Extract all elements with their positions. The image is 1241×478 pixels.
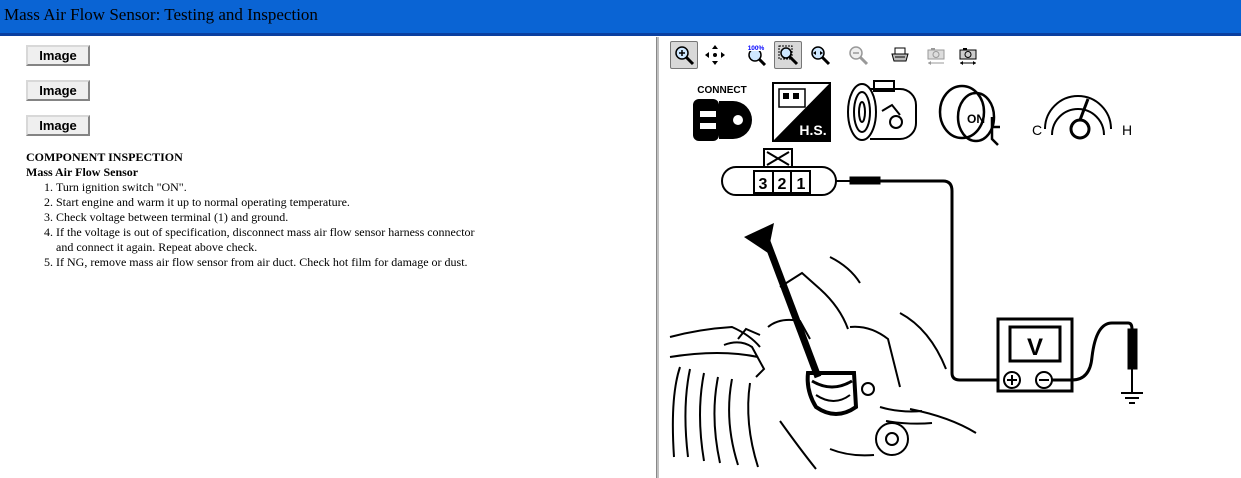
zoom-fit-icon[interactable] <box>774 41 802 69</box>
connect-icon: CONNECT <box>693 85 752 141</box>
document-pane: Image Image Image COMPONENT INSPECTION M… <box>0 37 656 478</box>
section-subheading: Mass Air Flow Sensor <box>26 165 139 179</box>
step-item: Start engine and warm it up to normal op… <box>56 195 646 210</box>
zoom-width-icon[interactable] <box>806 41 834 69</box>
cold-label: C <box>1032 122 1042 138</box>
hs-label: H.S. <box>799 122 826 138</box>
window-title: Mass Air Flow Sensor: Testing and Inspec… <box>4 5 318 24</box>
terminal-2: 2 <box>778 176 787 193</box>
image-button-1[interactable]: Image <box>26 45 90 66</box>
hot-label: H <box>1122 122 1132 138</box>
title-bar: Mass Air Flow Sensor: Testing and Inspec… <box>0 0 1241 36</box>
on-label: ON <box>967 112 985 126</box>
maf-sensor-icon <box>847 80 917 141</box>
connect-label: CONNECT <box>697 85 746 96</box>
svg-text:100%: 100% <box>748 45 765 52</box>
image-button-2[interactable]: Image <box>26 80 90 101</box>
step-item: If NG, remove mass air flow sensor from … <box>56 255 646 270</box>
steps-list: Turn ignition switch "ON". Start engine … <box>26 180 646 270</box>
copy-fit-icon[interactable] <box>954 41 982 69</box>
wiring-diagram: CONNECT H.S. ON C H 3 2 1 V <box>669 80 1143 470</box>
step-item: If the voltage is out of specification, … <box>56 225 476 255</box>
ignition-key-icon: ON <box>938 84 1000 146</box>
image-button-3[interactable]: Image <box>26 115 90 136</box>
engine-bay-illustration <box>669 256 977 470</box>
terminal-connector: 3 2 1 <box>721 148 837 196</box>
terminal-3: 3 <box>759 176 768 193</box>
probe-wire <box>836 176 998 382</box>
meter-label: V <box>1027 334 1043 361</box>
harness-connector-icon: H.S. <box>772 82 831 142</box>
section-heading: COMPONENT INSPECTION <box>26 150 183 164</box>
print-icon[interactable] <box>886 41 914 69</box>
terminal-1: 1 <box>797 176 806 193</box>
image-viewer-pane: 100% CONNECT H.S. ON C H 3 2 1 V <box>660 37 1241 478</box>
temperature-gauge-icon: C H <box>1032 95 1132 140</box>
step-item: Turn ignition switch "ON". <box>56 180 646 195</box>
zoom-100-icon[interactable]: 100% <box>742 41 770 69</box>
pan-icon[interactable] <box>701 41 729 69</box>
procedure-text: COMPONENT INSPECTION Mass Air Flow Senso… <box>26 150 646 270</box>
zoom-in-icon[interactable] <box>670 41 698 69</box>
step-item: Check voltage between terminal (1) and g… <box>56 210 646 225</box>
zoom-out-icon[interactable] <box>844 41 872 69</box>
copy-image-icon[interactable] <box>922 41 950 69</box>
